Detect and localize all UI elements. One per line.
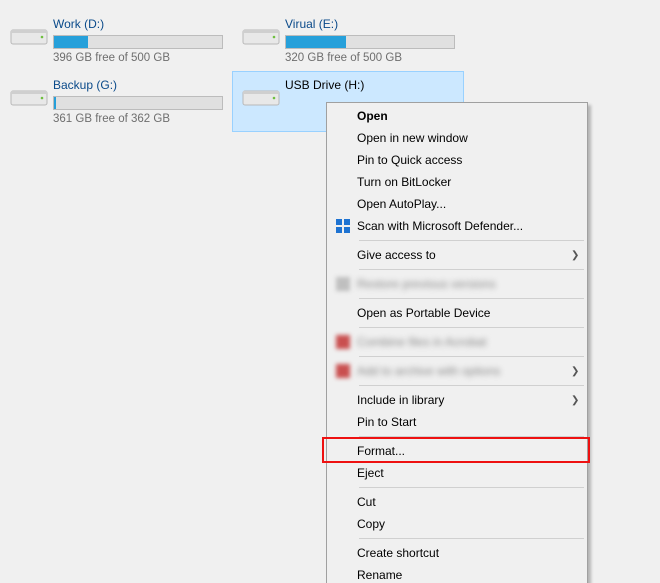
drive-icon: [239, 76, 283, 108]
menu-item-label: Combine files in Acrobat: [357, 335, 571, 349]
menu-separator: [359, 487, 584, 488]
menu-item[interactable]: Restore previous versions: [329, 273, 585, 295]
menu-item-label: Add to archive with options: [357, 364, 571, 378]
menu-item[interactable]: Open as Portable Device: [329, 302, 585, 324]
drive-item[interactable]: Backup (G:) 361 GB free of 362 GB: [0, 71, 232, 132]
drive-free-text: 396 GB free of 500 GB: [53, 52, 225, 64]
menu-item[interactable]: Give access to❯: [329, 244, 585, 266]
storage-bar: [285, 35, 455, 49]
menu-item[interactable]: Open: [329, 105, 585, 127]
drive-icon: [7, 76, 51, 108]
submenu-arrow-icon: ❯: [571, 250, 585, 261]
drive-name: Virual (E:): [285, 15, 457, 35]
menu-item[interactable]: Open AutoPlay...: [329, 193, 585, 215]
context-menu: Open Open in new window Pin to Quick acces…: [326, 102, 588, 583]
drive-free-text: 361 GB free of 362 GB: [53, 113, 225, 125]
menu-item[interactable]: Combine files in Acrobat: [329, 331, 585, 353]
menu-item[interactable]: Create shortcut: [329, 542, 585, 564]
menu-separator: [359, 298, 584, 299]
menu-item-label: Cut: [357, 495, 571, 509]
menu-item-label: Pin to Quick access: [357, 153, 571, 167]
drive-free-text: 320 GB free of 500 GB: [285, 52, 457, 64]
menu-item-label: Scan with Microsoft Defender...: [357, 219, 571, 233]
menu-item-label: Open AutoPlay...: [357, 197, 571, 211]
menu-item[interactable]: Open in new window: [329, 127, 585, 149]
menu-item-label: Include in library: [357, 393, 571, 407]
drive-name: Work (D:): [53, 15, 225, 35]
menu-item-label: Turn on BitLocker: [357, 175, 571, 189]
app-icon: [336, 335, 350, 349]
storage-bar: [53, 35, 223, 49]
menu-item[interactable]: Scan with Microsoft Defender...: [329, 215, 585, 237]
menu-item-label: Rename: [357, 568, 571, 582]
menu-item-label: Open: [357, 109, 571, 123]
menu-item[interactable]: Cut: [329, 491, 585, 513]
menu-item-label: Eject: [357, 466, 571, 480]
menu-item[interactable]: Add to archive with options❯: [329, 360, 585, 382]
menu-item[interactable]: Format...: [329, 440, 585, 462]
drive-item[interactable]: Work (D:) 396 GB free of 500 GB: [0, 10, 232, 71]
menu-item[interactable]: Include in library❯: [329, 389, 585, 411]
menu-separator: [359, 385, 584, 386]
storage-bar: [53, 96, 223, 110]
menu-item[interactable]: Turn on BitLocker: [329, 171, 585, 193]
menu-item[interactable]: Eject: [329, 462, 585, 484]
drive-item[interactable]: Virual (E:) 320 GB free of 500 GB: [232, 10, 464, 71]
menu-separator: [359, 538, 584, 539]
menu-item[interactable]: Rename: [329, 564, 585, 583]
menu-item-label: Give access to: [357, 248, 571, 262]
menu-item-label: Create shortcut: [357, 546, 571, 560]
menu-separator: [359, 327, 584, 328]
menu-item[interactable]: Pin to Start: [329, 411, 585, 433]
menu-item[interactable]: Pin to Quick access: [329, 149, 585, 171]
submenu-arrow-icon: ❯: [571, 395, 585, 406]
drive-icon: [7, 15, 51, 47]
menu-item-label: Copy: [357, 517, 571, 531]
app-icon: [336, 277, 350, 291]
submenu-arrow-icon: ❯: [571, 366, 585, 377]
defender-icon: [336, 219, 350, 233]
menu-separator: [359, 436, 584, 437]
menu-item-label: Restore previous versions: [357, 277, 571, 291]
menu-separator: [359, 240, 584, 241]
app-icon: [336, 364, 350, 378]
menu-item-label: Pin to Start: [357, 415, 571, 429]
menu-item-label: Open in new window: [357, 131, 571, 145]
drive-name: USB Drive (H:): [285, 76, 457, 96]
menu-item[interactable]: Copy: [329, 513, 585, 535]
menu-separator: [359, 356, 584, 357]
drive-icon: [239, 15, 283, 47]
menu-separator: [359, 269, 584, 270]
menu-item-label: Format...: [357, 444, 571, 458]
drive-name: Backup (G:): [53, 76, 225, 96]
menu-item-label: Open as Portable Device: [357, 306, 571, 320]
